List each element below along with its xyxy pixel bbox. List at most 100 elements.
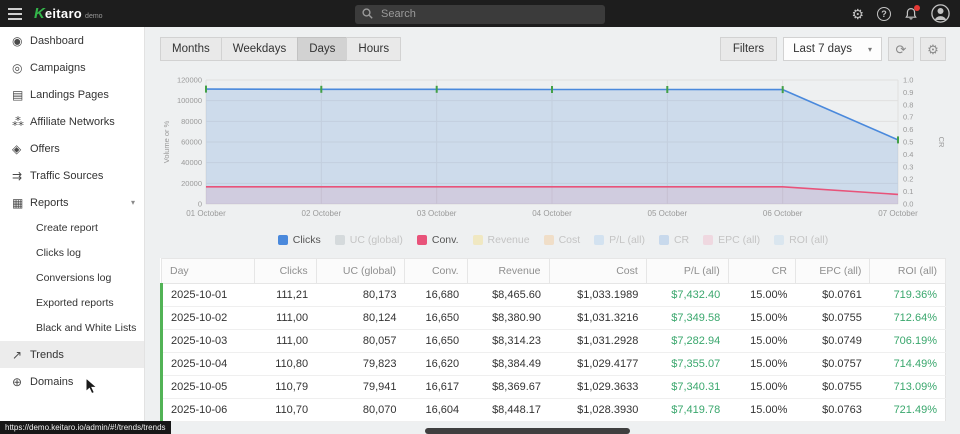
settings-icon[interactable]: ⚙ — [851, 7, 864, 21]
tab-days[interactable]: Days — [297, 37, 347, 61]
sidebar-item-label: Landings Pages — [30, 89, 109, 101]
sidebar-subitem-conversions-log[interactable]: Conversions log — [0, 266, 144, 291]
cell-p-l-all: $7,282.94 — [646, 330, 728, 353]
search-icon — [362, 8, 373, 19]
chevron-down-icon: ▾ — [868, 45, 872, 54]
status-url: https://demo.keitaro.io/admin/#!/trends/… — [0, 421, 171, 434]
sidebar-subitem-clicks-log[interactable]: Clicks log — [0, 241, 144, 266]
sidebar-item-dashboard[interactable]: ◉Dashboard — [0, 27, 144, 54]
date-range-select[interactable]: Last 7 days ▾ — [783, 37, 882, 61]
table-row[interactable]: 2025-10-06110,7080,07016,604$8,448.17$1,… — [162, 399, 946, 422]
main-content: MonthsWeekdaysDaysHours Filters Last 7 d… — [146, 27, 960, 434]
table-row[interactable]: 2025-10-05110,7979,94116,617$8,369.67$1,… — [162, 376, 946, 399]
chevron-down-icon: ▾ — [131, 198, 135, 207]
legend-item-cost[interactable]: Cost — [544, 234, 581, 246]
legend-label: Revenue — [488, 234, 530, 246]
sidebar-item-landings-pages[interactable]: ▤Landings Pages — [0, 81, 144, 108]
legend-item-roi-all[interactable]: ROI (all) — [774, 234, 828, 246]
legend-item-revenue[interactable]: Revenue — [473, 234, 530, 246]
cell-cost: $1,031.3216 — [549, 307, 646, 330]
user-avatar[interactable] — [931, 4, 950, 23]
notifications-bell-icon[interactable] — [904, 7, 918, 21]
tab-weekdays[interactable]: Weekdays — [221, 37, 298, 61]
sidebar-item-domains[interactable]: ⊕Domains — [0, 368, 144, 395]
affiliate-networks-icon: ⁂ — [12, 116, 30, 128]
svg-text:CR: CR — [937, 137, 946, 148]
cell-p-l-all: $7,432.40 — [646, 284, 728, 307]
sidebar-item-affiliate-networks[interactable]: ⁂Affiliate Networks — [0, 108, 144, 135]
help-icon[interactable]: ? — [877, 7, 891, 21]
sidebar-subitem-black-and-white-lists[interactable]: Black and White Lists — [0, 316, 144, 341]
trends-chart[interactable]: 02000040000600008000010000012000001 Octo… — [160, 70, 946, 228]
cell-conv: 16,620 — [405, 353, 468, 376]
search-input[interactable] — [355, 5, 605, 24]
menu-icon[interactable] — [0, 0, 30, 27]
sidebar-item-reports[interactable]: ▦Reports▾ — [0, 189, 144, 216]
sidebar-item-traffic-sources[interactable]: ⇉Traffic Sources — [0, 162, 144, 189]
legend-item-uc-global[interactable]: UC (global) — [335, 234, 403, 246]
data-point-marker — [897, 136, 899, 143]
tab-hours[interactable]: Hours — [346, 37, 401, 61]
column-header-p-l-all[interactable]: P/L (all) — [646, 259, 728, 284]
legend-item-clicks[interactable]: Clicks — [278, 234, 321, 246]
sidebar-item-trends[interactable]: ↗Trends — [0, 341, 144, 368]
legend-item-cr[interactable]: CR — [659, 234, 689, 246]
cell-uc-global: 80,057 — [316, 330, 404, 353]
legend-swatch — [774, 235, 784, 245]
data-point-marker — [782, 86, 784, 93]
table-row[interactable]: 2025-10-04110,8079,82316,620$8,384.49$1,… — [162, 353, 946, 376]
sidebar-subitem-create-report[interactable]: Create report — [0, 216, 144, 241]
cell-roi-all: 706.19% — [870, 330, 946, 353]
cell-uc-global: 80,070 — [316, 399, 404, 422]
campaigns-icon: ◎ — [12, 62, 30, 74]
legend-item-conv[interactable]: Conv. — [417, 234, 459, 246]
cell-clicks: 111,00 — [255, 307, 317, 330]
cell-conv: 16,650 — [405, 330, 468, 353]
svg-text:0.4: 0.4 — [903, 150, 913, 159]
legend-label: CR — [674, 234, 689, 246]
filters-button[interactable]: Filters — [720, 37, 777, 61]
chart-settings-button[interactable]: ⚙ — [920, 37, 946, 61]
cell-roi-all: 719.36% — [870, 284, 946, 307]
refresh-button[interactable]: ⟳ — [888, 37, 914, 61]
sidebar-item-offers[interactable]: ◈Offers — [0, 135, 144, 162]
horizontal-scrollbar-thumb[interactable] — [425, 428, 630, 434]
column-header-cr[interactable]: CR — [728, 259, 795, 284]
cell-epc-all: $0.0761 — [795, 284, 869, 307]
column-header-epc-all[interactable]: EPC (all) — [795, 259, 869, 284]
table-row[interactable]: 2025-10-02111,0080,12416,650$8,380.90$1,… — [162, 307, 946, 330]
svg-text:02 October: 02 October — [302, 209, 342, 218]
cell-day: 2025-10-02 — [162, 307, 255, 330]
cell-revenue: $8,314.23 — [467, 330, 549, 353]
sidebar-item-campaigns[interactable]: ◎Campaigns — [0, 54, 144, 81]
sidebar-subitem-exported-reports[interactable]: Exported reports — [0, 291, 144, 316]
legend-label: Clicks — [293, 234, 321, 246]
cell-clicks: 110,70 — [255, 399, 317, 422]
column-header-roi-all[interactable]: ROI (all) — [870, 259, 946, 284]
column-header-clicks[interactable]: Clicks — [255, 259, 317, 284]
cell-cost: $1,029.3633 — [549, 376, 646, 399]
search-bar — [355, 4, 605, 23]
column-header-revenue[interactable]: Revenue — [467, 259, 549, 284]
column-header-cost[interactable]: Cost — [549, 259, 646, 284]
reports-icon: ▦ — [12, 197, 30, 209]
table-row[interactable]: 2025-10-01111,2180,17316,680$8,465.60$1,… — [162, 284, 946, 307]
legend-item-epc-all[interactable]: EPC (all) — [703, 234, 760, 246]
legend-swatch — [417, 235, 427, 245]
chart-canvas: 02000040000600008000010000012000001 Octo… — [160, 70, 947, 228]
column-header-uc-global[interactable]: UC (global) — [316, 259, 404, 284]
brand-text: eitaro — [45, 6, 82, 21]
brand-logo[interactable]: Keitaro demo — [34, 5, 103, 22]
cell-cr: 15.00% — [728, 330, 795, 353]
legend-swatch — [544, 235, 554, 245]
table-header-row: DayClicksUC (global)Conv.RevenueCostP/L … — [162, 259, 946, 284]
table-row[interactable]: 2025-10-03111,0080,05716,650$8,314.23$1,… — [162, 330, 946, 353]
column-header-conv[interactable]: Conv. — [405, 259, 468, 284]
cell-conv: 16,617 — [405, 376, 468, 399]
legend-item-p-l-all[interactable]: P/L (all) — [594, 234, 645, 246]
svg-text:60000: 60000 — [181, 138, 202, 147]
tab-months[interactable]: Months — [160, 37, 222, 61]
column-header-day[interactable]: Day — [162, 259, 255, 284]
cell-cost: $1,029.4177 — [549, 353, 646, 376]
svg-text:06 October: 06 October — [763, 209, 803, 218]
